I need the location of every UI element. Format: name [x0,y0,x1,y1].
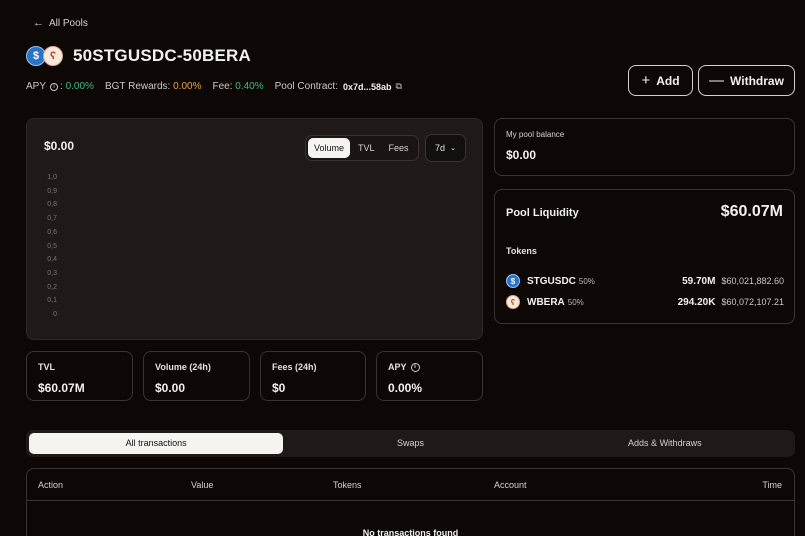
bgt-rewards-value: 0.00% [173,81,202,92]
back-to-pools-link[interactable]: ← All Pools [33,17,88,29]
arrow-left-icon: ← [33,17,44,29]
column-header-account: Account [494,480,527,490]
page-title: 50STGUSDC-50BERA [73,46,251,65]
transactions-tabs: All transactions Swaps Adds & Withdraws [26,430,795,457]
token-row: ʕ WBERA 50% 294.20K $60,072,107.21 [506,295,784,309]
time-range-select[interactable]: 7d ⌄ [425,134,466,162]
stat-card-fees: Fees (24h) $0 [260,351,366,401]
wbera-icon: ʕ [506,295,520,309]
y-tick-label: 0,4 [47,256,57,264]
y-tick-label: 0,7 [47,215,57,223]
my-pool-balance-panel: My pool balance $0.00 [494,118,795,176]
info-icon[interactable]: i [410,362,420,372]
y-tick-label: 0,3 [47,269,57,277]
tab-volume[interactable]: Volume [308,138,351,158]
y-tick-label: 1,0 [47,174,57,181]
token-row: $ STGUSDC 50% 59.70M $60,021,882.60 [506,274,784,288]
y-tick-label: 0,1 [47,297,57,305]
pool-header: $ ʕ 50STGUSDC-50BERA [26,46,251,66]
add-liquidity-button[interactable]: + Add [628,65,693,96]
tab-fees[interactable]: Fees [383,138,415,158]
tab-all-transactions[interactable]: All transactions [29,433,284,454]
tab-adds-withdraws[interactable]: Adds & Withdraws [538,433,792,454]
pool-stats-row: APY i : 0.00% BGT Rewards: 0.00% Fee: 0.… [26,81,402,92]
y-tick-label: 0 [53,311,57,318]
tab-swaps[interactable]: Swaps [283,433,537,454]
column-header-time: Time [762,480,782,490]
bgt-rewards-label: BGT Rewards: [104,81,171,92]
chart-value: $0.00 [44,139,75,153]
stgusdc-icon: $ [506,274,520,288]
plus-icon: + [641,72,651,89]
back-link-label: All Pools [49,17,88,29]
external-link-icon[interactable]: ⧉ [396,81,402,92]
y-tick-label: 0,8 [47,201,57,209]
stat-card-tvl: TVL $60.07M [26,351,133,401]
column-header-action: Action [38,480,64,490]
chart-panel: $0.00 Volume TVL Fees 7d ⌄ 1,0 0,9 0,8 0,7 0… [26,118,483,340]
chart-metric-tabs: Volume TVL Fees [305,135,419,161]
pool-contract-address[interactable]: 0x7d...58ab [343,82,392,92]
fee-label: Fee: [212,81,233,92]
pool-contract-label: Pool Contract: [274,81,338,92]
table-header-divider [27,500,794,501]
tokens-label: Tokens [506,246,537,256]
tab-tvl[interactable]: TVL [352,138,381,158]
y-tick-label: 0,6 [47,228,57,236]
pool-liquidity-total: $60.07M [720,203,783,220]
info-icon[interactable]: i [50,82,59,91]
pool-liquidity-panel: Pool Liquidity $60.07M Tokens $ STGUSDC … [494,189,795,324]
apy-label: APY [26,81,47,92]
withdraw-button[interactable]: — Withdraw [698,65,795,96]
stat-card-apy: APY i 0.00% [376,351,483,401]
chevron-down-icon: ⌄ [450,145,456,152]
apy-value: 0.00% [65,81,94,92]
y-tick-label: 0,5 [47,242,57,250]
pool-liquidity-title: Pool Liquidity [506,207,579,219]
wbera-icon: ʕ [43,46,63,66]
column-header-value: Value [191,480,214,490]
y-tick-label: 0,9 [47,187,57,195]
minus-icon: — [709,72,725,89]
empty-state-message: No transactions found [362,528,459,536]
transactions-table: Action Value Tokens Account Time No tran… [26,468,795,536]
column-header-tokens: Tokens [333,480,362,490]
stat-card-volume: Volume (24h) $0.00 [143,351,250,401]
y-tick-label: 0,2 [47,283,57,291]
fee-value: 0.40% [235,81,264,92]
